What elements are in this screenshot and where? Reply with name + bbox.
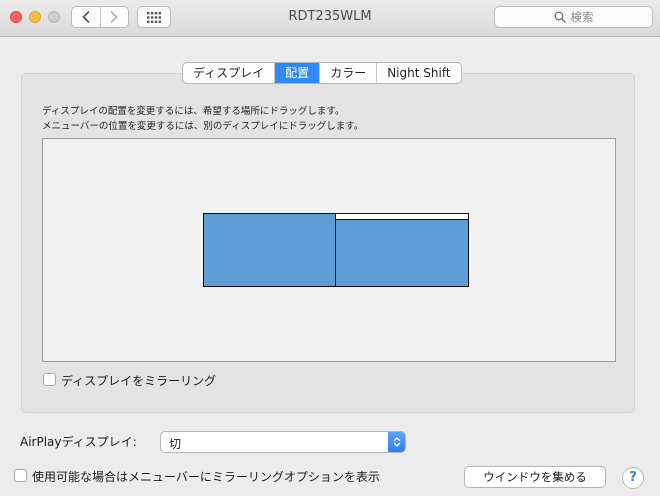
show-mirroring-options-checkbox[interactable] <box>14 469 27 482</box>
menu-bar-indicator[interactable] <box>336 214 468 220</box>
search-placeholder: 検索 <box>570 10 594 24</box>
help-button[interactable]: ? <box>622 467 644 489</box>
tab-arrangement[interactable]: 配置 <box>274 63 320 83</box>
tab-display[interactable]: ディスプレイ <box>183 63 274 83</box>
search-field[interactable]: 検索 <box>494 6 653 28</box>
tab-color[interactable]: カラー <box>319 63 376 83</box>
airplay-display-label: AirPlayディスプレイ: <box>20 435 137 449</box>
grid-icon <box>147 11 161 23</box>
arrangement-instructions: ディスプレイの配置を変更するには、希望する場所にドラッグします。 メニューバーの… <box>42 104 363 134</box>
title-bar: RDT235WLM 検索 <box>0 0 660 37</box>
show-mirroring-options-label[interactable]: 使用可能な場合はメニューバーにミラーリングオプションを表示 <box>32 468 380 485</box>
close-window-button[interactable] <box>10 11 22 23</box>
mirror-displays-label[interactable]: ディスプレイをミラーリング <box>61 372 216 389</box>
tab-bar: ディスプレイ 配置 カラー Night Shift <box>182 62 462 84</box>
chevron-left-icon <box>82 11 90 23</box>
back-button[interactable] <box>72 7 100 27</box>
minimize-window-button[interactable] <box>29 11 41 23</box>
navigation-buttons <box>71 6 129 28</box>
airplay-display-select[interactable]: 切 <box>160 431 406 453</box>
mirror-displays-checkbox[interactable] <box>43 373 56 386</box>
display-arrangement-area <box>42 138 616 362</box>
window-title: RDT235WLM <box>288 9 372 24</box>
zoom-window-button <box>48 11 60 23</box>
display-thumbnail-main[interactable] <box>335 213 469 287</box>
search-icon <box>554 11 566 23</box>
airplay-display-value: 切 <box>169 437 182 451</box>
gather-windows-button[interactable]: ウインドウを集める <box>464 466 606 488</box>
show-all-button[interactable] <box>137 6 171 28</box>
chevron-right-icon <box>110 11 118 23</box>
instruction-line: メニューバーの位置を変更するには、別のディスプレイにドラッグします。 <box>42 121 364 132</box>
instruction-line: ディスプレイの配置を変更するには、希望する場所にドラッグします。 <box>42 106 345 117</box>
tab-night-shift[interactable]: Night Shift <box>376 63 460 83</box>
updown-chevron-icon <box>388 432 405 452</box>
forward-button[interactable] <box>99 7 129 27</box>
display-thumbnail-secondary[interactable] <box>203 213 337 287</box>
